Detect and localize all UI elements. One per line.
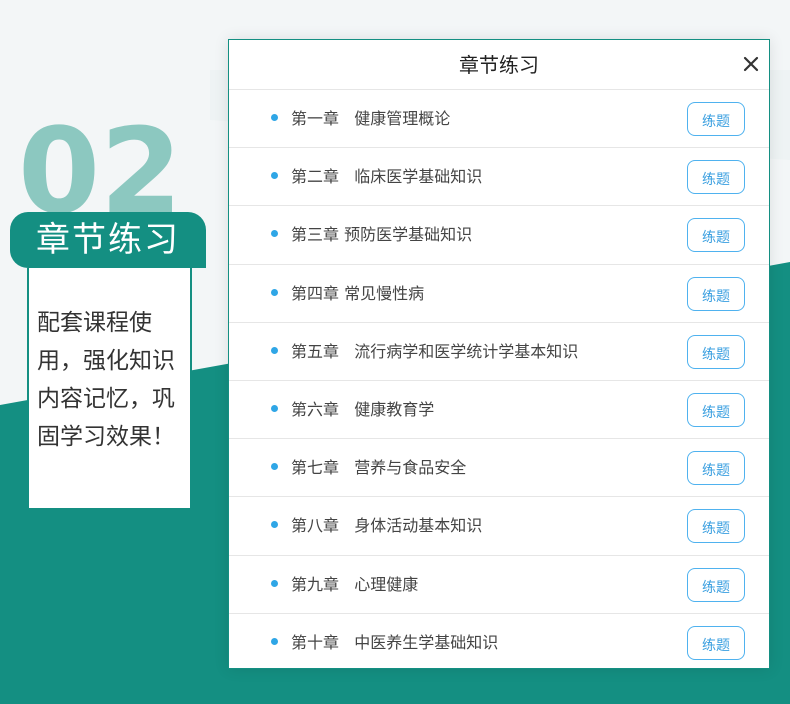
chapter-label: 第二章 临床医学基础知识: [291, 167, 483, 187]
bullet-icon: [271, 637, 278, 645]
chapter-row-5: 第五章 流行病学和医学统计学基本知识 练题: [229, 323, 769, 381]
chapter-row-2: 第二章 临床医学基础知识 练题: [229, 148, 769, 207]
chapter-label: 第五章 流行病学和医学统计学基本知识: [291, 341, 579, 361]
bullet-icon: [271, 521, 278, 529]
bullet-icon: [271, 114, 278, 121]
close-button[interactable]: [741, 54, 761, 74]
section-badge: 章节练习: [10, 212, 206, 268]
bullet-icon: [271, 579, 278, 587]
chapter-label: 第一章 健康管理概论: [291, 109, 451, 128]
chapter-label: 第六章 健康教育学: [291, 399, 435, 419]
practice-button-chapter-1[interactable]: 练题: [687, 102, 745, 136]
practice-button-chapter-7[interactable]: 练题: [687, 451, 745, 486]
practice-button-chapter-8[interactable]: 练题: [687, 509, 745, 544]
chapter-row-1: 第一章 健康管理概论 练题: [229, 90, 769, 149]
practice-button-chapter-2[interactable]: 练题: [687, 160, 745, 195]
bullet-icon: [271, 230, 278, 238]
dialog-header: 章节练习: [229, 40, 769, 90]
dialog-title: 章节练习: [459, 53, 539, 77]
chapter-row-7: 第七章 营养与食品安全 练题: [229, 439, 769, 498]
bullet-icon: [271, 463, 278, 471]
section-badge-label: 章节练习: [36, 220, 180, 260]
chapter-label: 第八章 身体活动基本知识: [291, 516, 483, 536]
practice-button-chapter-10[interactable]: 练题: [687, 625, 745, 660]
chapter-row-6: 第六章 健康教育学 练题: [229, 381, 769, 440]
chapter-row-8: 第八章 身体活动基本知识 练题: [229, 497, 769, 556]
bullet-icon: [271, 288, 278, 296]
close-icon: [743, 56, 759, 72]
chapter-row-9: 第九章 心理健康 练题: [229, 556, 769, 614]
practice-button-chapter-4[interactable]: 练题: [687, 276, 745, 311]
chapter-label: 第三章 预防医学基础知识: [291, 225, 473, 245]
chapter-row-3: 第三章 预防医学基础知识 练题: [229, 206, 769, 265]
section-number: 02: [18, 102, 198, 240]
practice-button-chapter-6[interactable]: 练题: [687, 392, 745, 427]
chapter-list: 第一章 健康管理概论 练题 第二章 临床医学基础知识 练题 第三章 预防医学基础…: [229, 90, 769, 668]
chapter-label: 第四章 常见慢性病: [291, 283, 425, 303]
bullet-icon: [271, 404, 278, 412]
bullet-icon: [271, 172, 278, 180]
chapter-row-10: 第十章 中医养生学基础知识 练题: [229, 614, 769, 668]
chapter-label: 第十章 中医养生学基础知识: [291, 632, 499, 652]
bullet-icon: [271, 346, 278, 354]
promo-description: 配套课程使用，强化知识内容记忆，巩固学习效果！: [37, 310, 175, 450]
chapter-label: 第九章 心理健康: [291, 574, 419, 594]
chapter-row-4: 第四章 常见慢性病 练题: [229, 265, 769, 323]
promo-description-card: 配套课程使用，强化知识内容记忆，巩固学习效果！: [27, 268, 192, 508]
section-number-text: 02: [18, 108, 182, 228]
practice-button-chapter-5[interactable]: 练题: [687, 334, 745, 369]
chapter-label: 第七章 营养与食品安全: [291, 458, 467, 478]
chapter-practice-dialog: 章节练习 第一章 健康管理概论 练题 第二章 临床医学基础知识 练题 第三章 预…: [228, 39, 770, 669]
practice-button-chapter-9[interactable]: 练题: [687, 567, 745, 602]
practice-button-chapter-3[interactable]: 练题: [687, 218, 745, 253]
